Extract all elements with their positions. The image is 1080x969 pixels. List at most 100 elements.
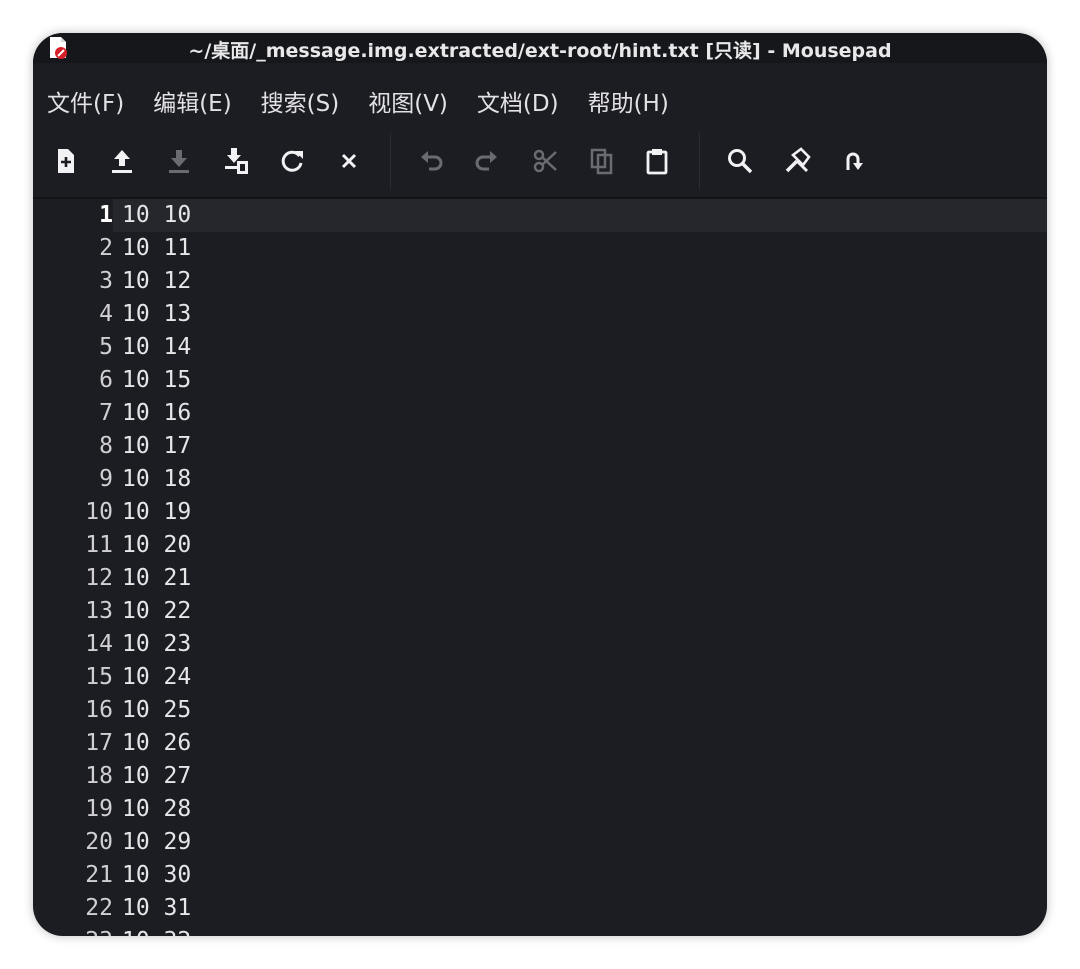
line-text[interactable]: 10 13 (122, 298, 191, 331)
menu-file[interactable]: 文件(F) (47, 84, 124, 118)
window-title: ~/桌面/_message.img.extracted/ext-root/hin… (188, 40, 892, 62)
text-line[interactable]: 9 10 18 (33, 463, 1047, 496)
text-line[interactable]: 17 10 26 (33, 727, 1047, 760)
line-text[interactable]: 10 22 (122, 595, 191, 628)
text-line[interactable]: 16 10 25 (33, 694, 1047, 727)
line-text[interactable]: 10 24 (122, 661, 191, 694)
text-line[interactable]: 8 10 17 (33, 430, 1047, 463)
line-text[interactable]: 10 30 (122, 859, 191, 892)
line-number: 22 (85, 895, 113, 921)
text-line[interactable]: 19 10 28 (33, 793, 1047, 826)
menu-search[interactable]: 搜索(S) (261, 84, 340, 118)
text-line[interactable]: 10 10 19 (33, 496, 1047, 529)
undo-button[interactable] (412, 141, 452, 181)
go-to-line-icon (846, 152, 863, 170)
line-number: 23 (33, 925, 113, 936)
cut-icon (533, 149, 557, 173)
line-text[interactable]: 10 23 (122, 628, 191, 661)
menu-document[interactable]: 文档(D) (477, 84, 559, 118)
new-document-button[interactable] (46, 141, 86, 181)
text-line[interactable]: 23 10 32 (33, 925, 1047, 936)
redo-icon (475, 151, 497, 171)
open-file-icon (112, 150, 132, 173)
menu-help[interactable]: 帮助(H) (588, 84, 669, 118)
line-number: 5 (99, 334, 113, 360)
find-replace-button[interactable] (777, 141, 817, 181)
text-line[interactable]: 20 10 29 (33, 826, 1047, 859)
line-text[interactable]: 10 29 (122, 826, 191, 859)
line-text[interactable]: 10 16 (122, 397, 191, 430)
line-text[interactable]: 10 10 (122, 199, 191, 232)
line-number: 13 (85, 598, 113, 624)
line-number: 19 (85, 796, 113, 822)
cut-button[interactable] (525, 141, 565, 181)
reload-icon (281, 150, 303, 172)
line-text[interactable]: 10 11 (122, 232, 191, 265)
line-number: 2 (99, 235, 113, 261)
line-text[interactable]: 10 19 (122, 496, 191, 529)
line-number: 12 (85, 565, 113, 591)
save-as-button[interactable] (216, 141, 256, 181)
paste-button[interactable] (637, 141, 677, 181)
toolbar-separator (699, 133, 700, 189)
title-bar[interactable]: ~/桌面/_message.img.extracted/ext-root/hin… (33, 33, 1047, 63)
text-line[interactable]: 12 10 21 (33, 562, 1047, 595)
search-icon (728, 149, 753, 174)
line-number: 6 (99, 367, 113, 393)
line-number: 17 (85, 730, 113, 756)
text-line[interactable]: 5 10 14 (33, 331, 1047, 364)
text-line[interactable]: 1 10 10 (33, 199, 1047, 232)
line-text[interactable]: 10 18 (122, 463, 191, 496)
line-text[interactable]: 10 14 (122, 331, 191, 364)
toolbar (33, 129, 1047, 195)
line-text[interactable]: 10 25 (122, 694, 191, 727)
line-number: 9 (99, 466, 113, 492)
text-editor[interactable]: 1 10 10 2 10 11 3 10 12 4 10 13 5 10 14 6 10 15 7 10 … (33, 197, 1047, 936)
line-text[interactable]: 10 27 (122, 760, 191, 793)
search-button[interactable] (720, 141, 760, 181)
line-number: 3 (99, 268, 113, 294)
save-button[interactable] (159, 141, 199, 181)
line-text[interactable]: 10 26 (122, 727, 191, 760)
text-line[interactable]: 11 10 20 (33, 529, 1047, 562)
text-line[interactable]: 6 10 15 (33, 364, 1047, 397)
line-number: 15 (85, 664, 113, 690)
go-to-line-button[interactable] (833, 141, 873, 181)
paste-icon (646, 149, 668, 175)
reload-button[interactable] (272, 141, 312, 181)
line-text[interactable]: 10 31 (122, 892, 191, 925)
find-replace-icon (785, 147, 811, 173)
line-text[interactable]: 10 28 (122, 793, 191, 826)
save-icon (169, 150, 189, 173)
copy-icon (590, 148, 613, 175)
menu-edit[interactable]: 编辑(E) (153, 84, 231, 118)
text-line[interactable]: 15 10 24 (33, 661, 1047, 694)
line-text[interactable]: 10 20 (122, 529, 191, 562)
text-line[interactable]: 21 10 30 (33, 859, 1047, 892)
open-file-button[interactable] (102, 141, 142, 181)
text-line[interactable]: 7 10 16 (33, 397, 1047, 430)
text-line[interactable]: 14 10 23 (33, 628, 1047, 661)
copy-button[interactable] (582, 141, 622, 181)
line-text[interactable]: 10 15 (122, 364, 191, 397)
line-number: 7 (99, 400, 113, 426)
line-number: 20 (85, 829, 113, 855)
line-number: 10 (85, 499, 113, 525)
line-text[interactable]: 10 17 (122, 430, 191, 463)
text-line[interactable]: 18 10 27 (33, 760, 1047, 793)
menu-bar: 文件(F) 编辑(E) 搜索(S) 视图(V) 文档(D) 帮助(H) (33, 81, 1047, 121)
text-line[interactable]: 3 10 12 (33, 265, 1047, 298)
close-button[interactable] (329, 141, 369, 181)
line-text[interactable]: 10 12 (122, 265, 191, 298)
line-number: 18 (85, 763, 113, 789)
line-number: 21 (85, 862, 113, 888)
text-line[interactable]: 4 10 13 (33, 298, 1047, 331)
redo-button[interactable] (466, 141, 506, 181)
text-line[interactable]: 13 10 22 (33, 595, 1047, 628)
line-text[interactable]: 10 21 (122, 562, 191, 595)
menu-view[interactable]: 视图(V) (368, 84, 448, 118)
text-line[interactable]: 2 10 11 (33, 232, 1047, 265)
line-text[interactable]: 10 32 (122, 925, 191, 936)
text-line[interactable]: 22 10 31 (33, 892, 1047, 925)
save-as-icon (225, 148, 248, 174)
